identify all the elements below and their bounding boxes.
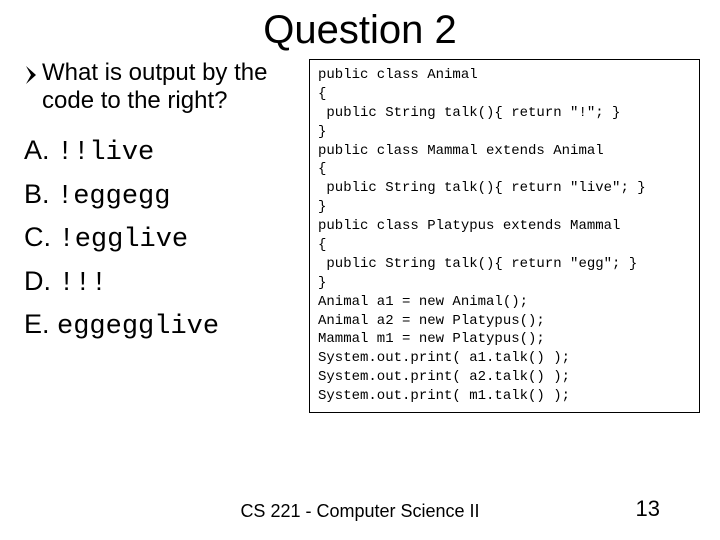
footer-text: CS 221 - Computer Science II	[0, 501, 720, 522]
page-number: 13	[636, 496, 660, 522]
option-d: D. !!!	[24, 261, 299, 305]
option-b: B. !eggegg	[24, 174, 299, 218]
content-area: What is output by the code to the right?…	[0, 59, 720, 413]
option-code: !egglive	[59, 225, 189, 255]
bullet-icon	[24, 64, 38, 86]
question-text: What is output by the code to the right?	[42, 59, 299, 114]
option-letter: C.	[24, 222, 51, 252]
options-list: A. !!live B. !eggegg C. !egglive D. !!! …	[24, 130, 299, 348]
left-column: What is output by the code to the right?…	[24, 59, 309, 413]
option-a: A. !!live	[24, 130, 299, 174]
right-column: public class Animal { public String talk…	[309, 59, 700, 413]
option-letter: A.	[24, 135, 50, 165]
option-code: !!live	[57, 138, 154, 168]
option-c: C. !egglive	[24, 217, 299, 261]
footer: CS 221 - Computer Science II 13	[0, 501, 720, 522]
option-code: eggegglive	[57, 312, 219, 342]
question-line: What is output by the code to the right?	[24, 59, 299, 114]
option-letter: D.	[24, 266, 51, 296]
code-box: public class Animal { public String talk…	[309, 59, 700, 413]
option-code: !eggegg	[57, 182, 170, 212]
slide-title: Question 2	[0, 0, 720, 59]
option-letter: B.	[24, 179, 50, 209]
option-code: !!!	[59, 269, 108, 299]
option-e: E. eggegglive	[24, 304, 299, 348]
option-letter: E.	[24, 309, 50, 339]
